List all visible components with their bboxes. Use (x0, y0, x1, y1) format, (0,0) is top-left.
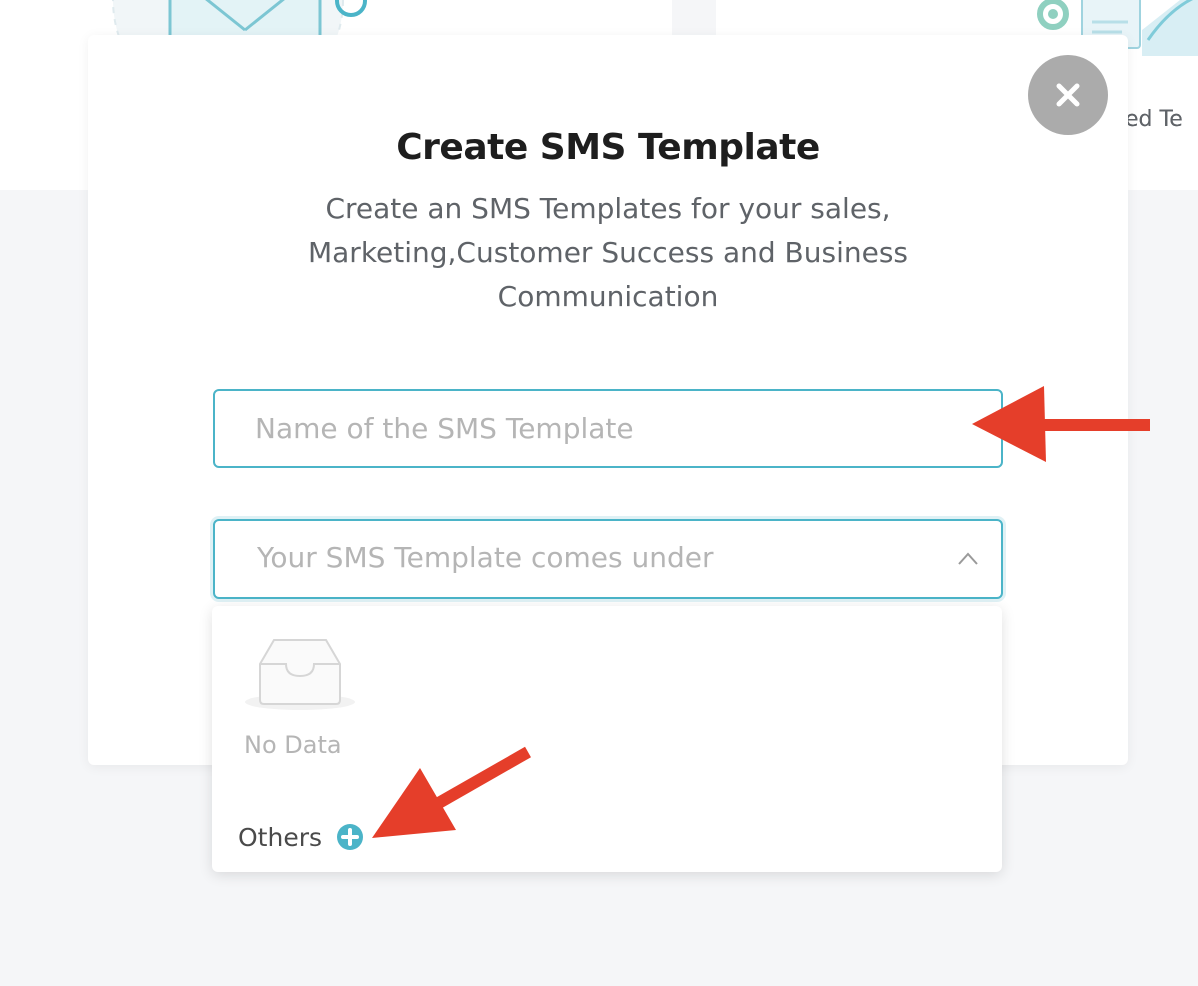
category-dropdown-menu: No Data Others (212, 606, 1002, 872)
template-category-select[interactable]: Your SMS Template comes under (213, 519, 1003, 599)
others-option[interactable]: Others (238, 820, 364, 854)
add-circle-icon[interactable] (336, 823, 364, 851)
empty-state-text: No Data (244, 731, 342, 759)
category-select-placeholder: Your SMS Template comes under (257, 541, 714, 574)
chevron-up-icon[interactable] (957, 549, 979, 569)
template-name-input[interactable] (213, 389, 1003, 468)
page: ved Te ved Te Create SMS Template Create… (0, 0, 1198, 986)
close-button[interactable] (1028, 55, 1108, 135)
empty-inbox-icon (245, 639, 355, 710)
close-icon (1056, 83, 1080, 107)
modal-subtitle: Create an SMS Templates for your sales, … (307, 192, 909, 313)
others-option-label: Others (238, 822, 323, 852)
modal-title: Create SMS Template (396, 127, 820, 168)
